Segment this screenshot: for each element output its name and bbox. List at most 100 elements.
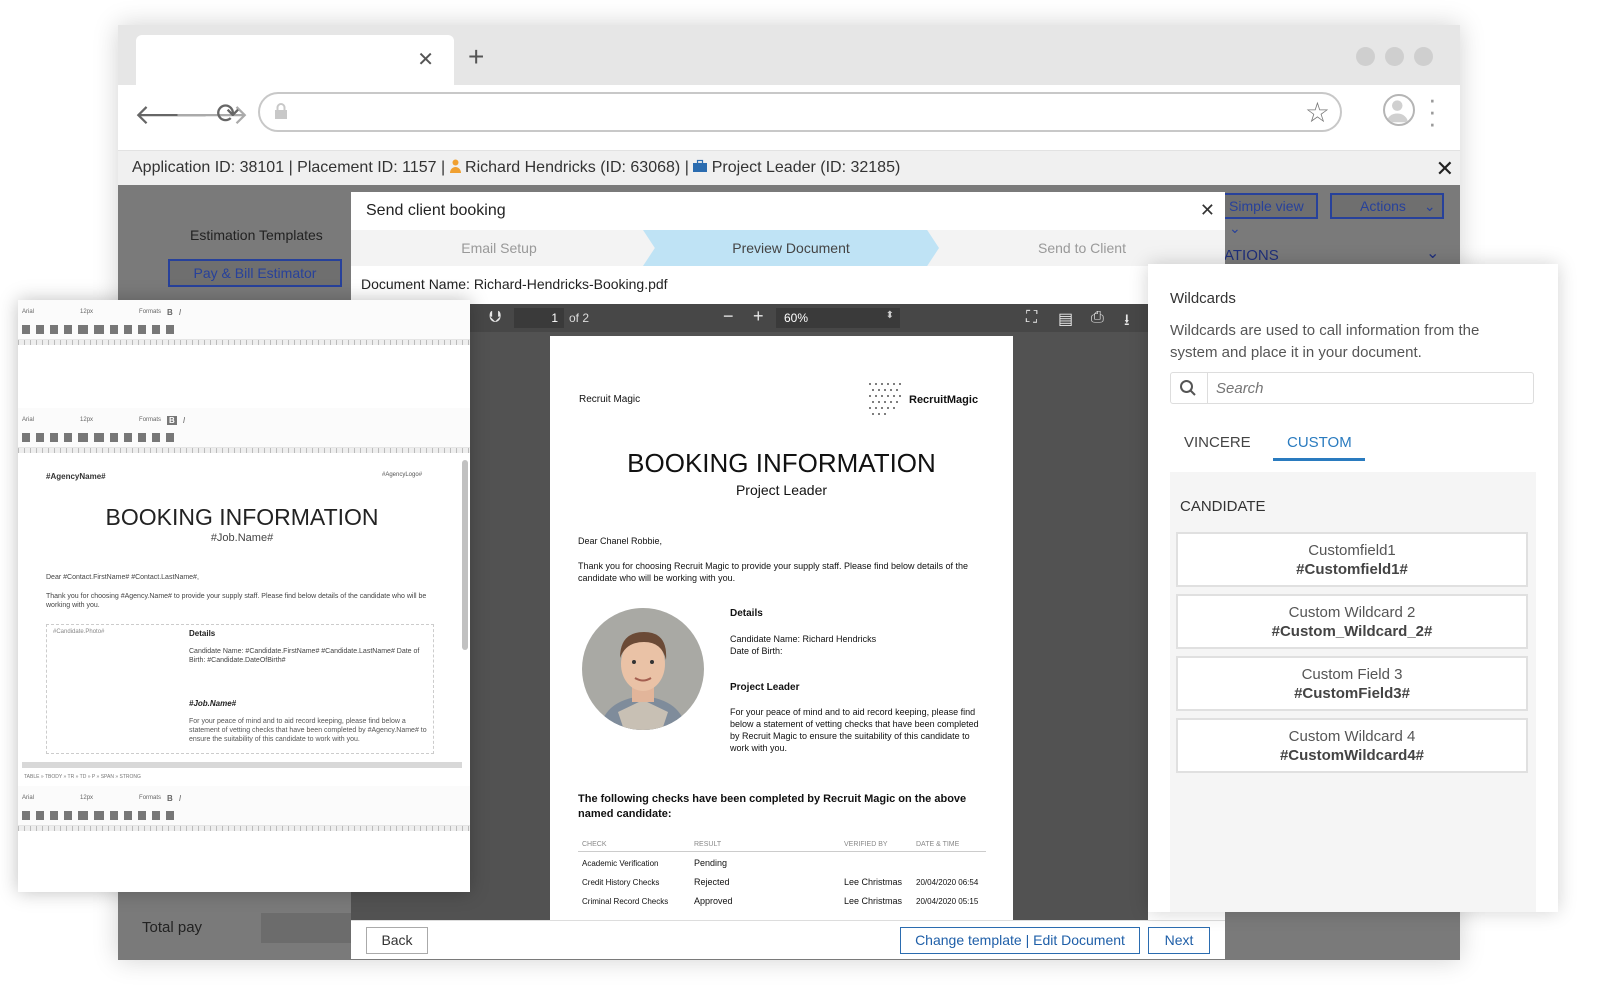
bold-icon[interactable]: B [167,794,173,803]
wildcard-item[interactable]: Customfield1 #Customfield1# [1176,532,1528,587]
indent-icon[interactable] [110,324,118,334]
actions-dropdown[interactable]: Actions ⌄ [1330,193,1444,219]
address-bar[interactable]: ☆ [258,92,1342,132]
table-icon[interactable] [138,324,146,334]
size-select[interactable]: 12px [80,417,93,423]
browser-toolbar: 🡐 🡒 ⟳ ☆ · · · [118,85,1460,151]
table-icon[interactable] [138,432,146,442]
editor-content[interactable]: #AgencyName# #AgencyLogo# BOOKING INFORM… [42,458,462,758]
wildcard-item[interactable]: Custom Wildcard 4 #CustomWildcard4# [1176,718,1528,773]
table-icon[interactable] [138,810,146,820]
indent-icon[interactable] [110,432,118,442]
window-dot-icon[interactable] [1414,47,1433,66]
formats-select[interactable]: Formats [139,309,161,315]
formats-select[interactable]: Formats [139,795,161,801]
align-icon[interactable] [36,810,44,820]
close-icon[interactable]: ✕ [1200,200,1215,221]
font-select[interactable]: Arial [22,795,34,801]
image-icon[interactable] [166,432,174,442]
reload-icon[interactable]: ⟳ [216,97,239,130]
tab-custom[interactable]: CUSTOM [1287,434,1352,451]
align-icon[interactable] [64,810,72,820]
print-icon[interactable]: ⎙ [1091,309,1104,327]
font-select[interactable]: Arial [22,417,34,423]
wildcard-item[interactable]: Custom Wildcard 2 #Custom_Wildcard_2# [1176,594,1528,649]
close-icon[interactable]: ✕ [1436,156,1454,182]
star-icon[interactable]: ☆ [1305,96,1330,129]
step-email-setup[interactable]: Email Setup [351,230,647,266]
italic-icon[interactable]: I [179,794,181,803]
align-icon[interactable] [36,324,44,334]
vertical-scrollbar[interactable] [462,460,468,650]
indent-icon[interactable] [110,810,118,820]
zoom-select[interactable]: 60% ⬍ [776,308,900,328]
bold-icon[interactable]: B [167,415,177,425]
link-icon[interactable] [152,432,160,442]
list-icon[interactable] [94,324,104,334]
simple-view-dropdown[interactable]: Simple view ⌄ [1221,193,1318,236]
tab-vincere[interactable]: VINCERE [1184,434,1251,451]
editor-align-row [22,431,174,443]
person-icon [449,159,461,173]
zoom-out-icon[interactable]: − [723,306,734,327]
step-preview-document[interactable]: Preview Document [643,230,939,266]
close-tab-icon[interactable]: ✕ [417,47,434,72]
modal-title: Send client booking [366,202,506,219]
zoom-in-icon[interactable]: + [753,306,764,327]
align-icon[interactable] [22,810,30,820]
align-icon[interactable] [36,432,44,442]
editor-align-row [22,809,174,821]
list-icon[interactable] [78,324,88,334]
page-number-input[interactable]: 1 [514,308,564,328]
list-icon[interactable] [94,432,104,442]
window-dot-icon[interactable] [1356,47,1375,66]
align-icon[interactable] [50,432,58,442]
align-icon[interactable] [64,324,72,334]
fullscreen-icon[interactable]: ⛶ [1026,309,1037,327]
indent-icon[interactable] [124,324,132,334]
job-link[interactable]: Project Leader (ID: 32185) [712,159,901,176]
bold-icon[interactable]: B [167,308,173,317]
total-pay-field[interactable] [261,913,361,943]
horizontal-scrollbar[interactable] [22,762,462,768]
kebab-icon[interactable]: · · · [1428,86,1437,136]
pdf-page[interactable]: Recruit Magic RecruitMagic BOOKING INFOR… [550,336,1013,920]
link-icon[interactable] [152,810,160,820]
size-select[interactable]: 12px [80,309,93,315]
font-select[interactable]: Arial [22,309,34,315]
align-icon[interactable] [22,324,30,334]
template-editor[interactable]: Arial 12px Formats B I Arial 12px Format… [18,300,470,892]
separator: | [440,159,446,176]
image-icon[interactable] [166,810,174,820]
window-dot-icon[interactable] [1385,47,1404,66]
pay-bill-estimator-button[interactable]: Pay & Bill Estimator [168,259,342,287]
align-icon[interactable] [22,432,30,442]
list-icon[interactable] [94,810,104,820]
align-icon[interactable] [50,810,58,820]
wildcard-item[interactable]: Custom Field 3 #CustomField3# [1176,656,1528,711]
change-template-button[interactable]: Change template | Edit Document [900,927,1140,954]
italic-icon[interactable]: I [179,308,181,317]
back-button[interactable]: Back [366,927,428,954]
candidate-link[interactable]: Richard Hendricks (ID: 63068) [465,159,680,176]
open-file-icon[interactable]: ▤ [1058,309,1073,329]
indent-icon[interactable] [124,432,132,442]
image-icon[interactable] [166,324,174,334]
indent-icon[interactable] [124,810,132,820]
formats-select[interactable]: Formats [139,417,161,423]
new-tab-icon[interactable]: + [468,41,484,73]
align-icon[interactable] [50,324,58,334]
size-select[interactable]: 12px [80,795,93,801]
next-button[interactable]: Next [1148,927,1210,954]
list-icon[interactable] [78,432,88,442]
link-icon[interactable] [152,324,160,334]
italic-icon[interactable]: I [183,416,185,425]
chevron-down-icon[interactable]: ⌄ [1426,243,1439,263]
browser-tab[interactable]: ✕ [136,35,454,85]
next-page-icon[interactable]: ⮋ [489,309,501,327]
align-icon[interactable] [64,432,72,442]
profile-icon[interactable] [1383,94,1415,126]
step-send-to-client[interactable]: Send to Client [939,230,1225,266]
list-icon[interactable] [78,810,88,820]
search-input[interactable] [1207,373,1517,403]
